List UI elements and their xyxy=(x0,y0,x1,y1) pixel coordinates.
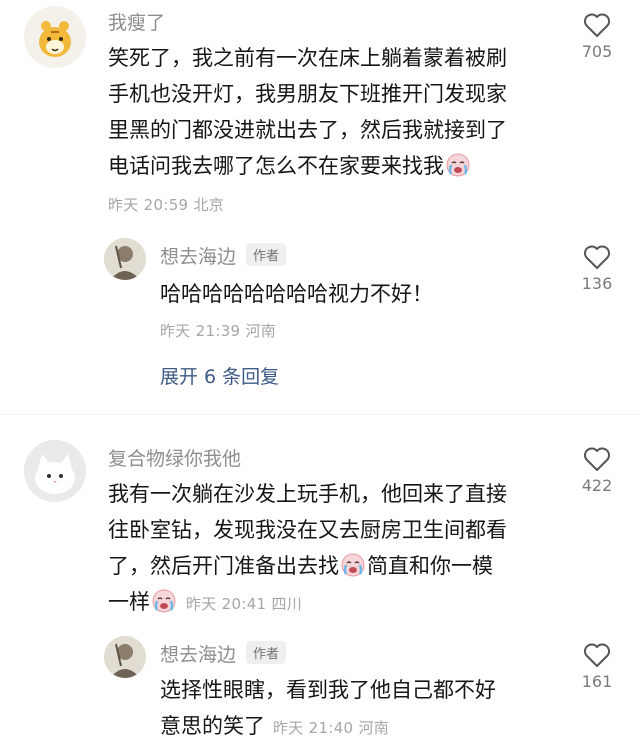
expand-replies-button[interactable]: 展开 6 条回复 xyxy=(160,362,279,389)
comment-line: 我有一次躺在沙发上玩手机，他回来了直接 xyxy=(108,482,507,506)
comment-line: 了，然后开门准备出去找 简直和你一模 xyxy=(108,553,493,578)
like-button[interactable]: 161 xyxy=(562,642,632,691)
author-badge: 作者 xyxy=(246,243,287,266)
reply-username[interactable]: 想去海边 作者 xyxy=(160,640,287,667)
comment-line: 里黑的门都没进就出去了，然后我就接到了 xyxy=(108,118,507,142)
comment-text: 笑死了，我之前有一次在床上躺着蒙着被刷 手机也没开灯，我男朋友下班推开门发现家 … xyxy=(108,40,578,184)
like-button[interactable]: 136 xyxy=(562,244,632,293)
comment-line: 手机也没开灯，我男朋友下班推开门发现家 xyxy=(108,82,507,106)
tiger-avatar-icon xyxy=(24,6,86,68)
cat-avatar-icon xyxy=(24,440,86,502)
like-count: 422 xyxy=(581,476,613,495)
crying-face-emoji-icon xyxy=(152,589,176,613)
crying-face-emoji-icon xyxy=(446,153,470,177)
avatar[interactable] xyxy=(24,6,86,68)
comment-username[interactable]: 我瘦了 xyxy=(108,8,165,35)
author-badge: 作者 xyxy=(246,641,287,664)
reply-username[interactable]: 想去海边 作者 xyxy=(160,242,287,269)
reply-line: 选择性眼瞎，看到我了他自己都不好 xyxy=(160,678,496,702)
like-count: 136 xyxy=(581,274,613,293)
comment-line: 往卧室钻，发现我没在又去厨房卫生间都看 xyxy=(108,518,507,542)
reply-text: 哈哈哈哈哈哈哈哈视力不好！ xyxy=(160,282,433,306)
avatar[interactable] xyxy=(104,238,146,280)
like-count: 705 xyxy=(581,42,613,61)
divider xyxy=(0,414,640,415)
reply-line: 意思的笑了 昨天 21:40 河南 xyxy=(160,714,390,738)
heart-outline-icon xyxy=(584,245,610,269)
avatar[interactable] xyxy=(104,636,146,678)
reply-meta: 昨天 21:39 河南 xyxy=(160,322,277,340)
like-button[interactable]: 705 xyxy=(562,12,632,61)
like-button[interactable]: 422 xyxy=(562,446,632,495)
reply-text: 选择性眼瞎，看到我了他自己都不好 意思的笑了 昨天 21:40 河南 xyxy=(160,672,560,746)
comment-meta: 昨天 20:59 北京 xyxy=(108,196,225,214)
comment-text: 我有一次躺在沙发上玩手机，他回来了直接 往卧室钻，发现我没在又去厨房卫生间都看 … xyxy=(108,476,578,622)
reply-meta: 昨天 21:40 河南 xyxy=(273,719,390,737)
comment-line: 一样 昨天 20:41 四川 xyxy=(108,589,303,614)
comment-line: 笑死了，我之前有一次在床上躺着蒙着被刷 xyxy=(108,46,507,70)
heart-outline-icon xyxy=(584,13,610,37)
comment-meta: 昨天 20:41 四川 xyxy=(186,595,303,613)
heart-outline-icon xyxy=(584,643,610,667)
user-avatar-icon xyxy=(104,636,146,678)
like-count: 161 xyxy=(581,672,613,691)
user-avatar-icon xyxy=(104,238,146,280)
comment-username[interactable]: 复合物绿你我他 xyxy=(108,444,241,471)
comment-line: 电话问我去哪了怎么不在家要来找我 xyxy=(108,148,578,184)
avatar[interactable] xyxy=(24,440,86,502)
crying-face-emoji-icon xyxy=(341,553,365,577)
heart-outline-icon xyxy=(584,447,610,471)
